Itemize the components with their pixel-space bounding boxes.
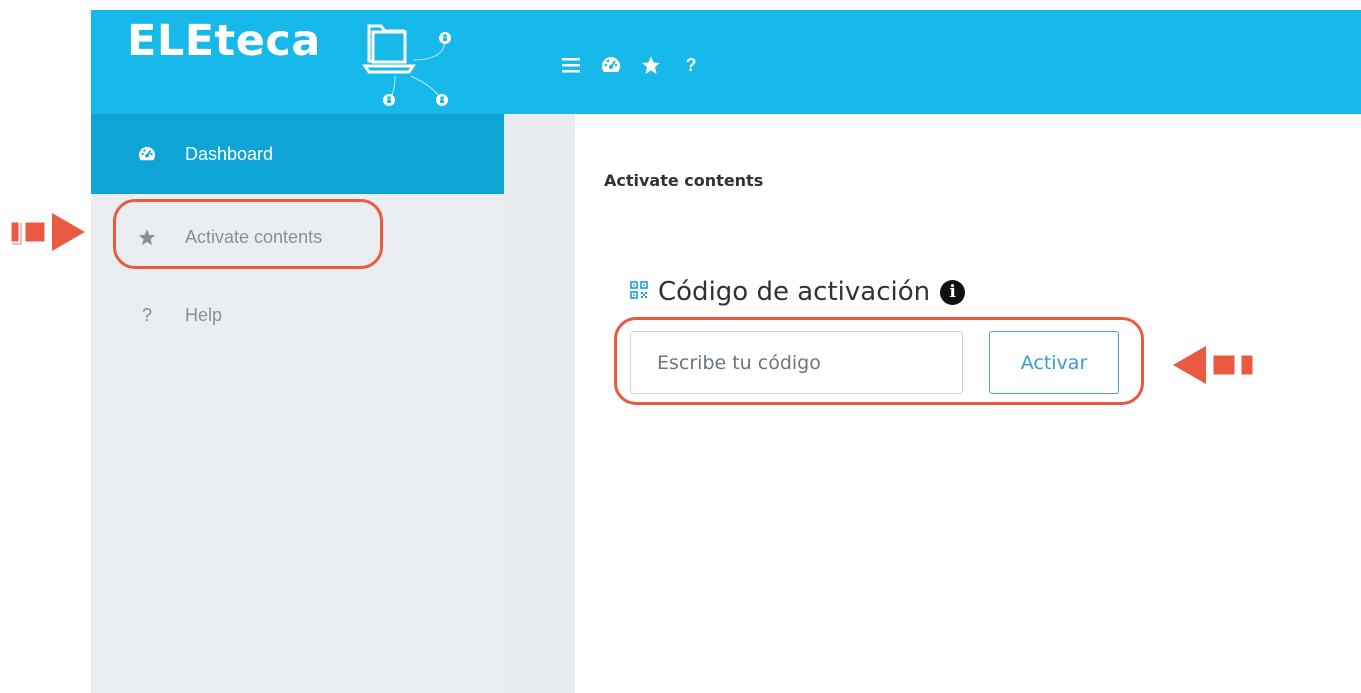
page-title: Activate contents [604, 171, 764, 190]
info-icon[interactable]: i [940, 279, 966, 305]
content-gutter [504, 114, 575, 693]
star-icon[interactable] [633, 50, 669, 80]
app-window: ELEteca ? Dashboard Activate contents ? … [91, 10, 1361, 693]
activate-button[interactable]: Activar [989, 331, 1119, 394]
activation-code-input[interactable] [630, 331, 963, 394]
qr-code-icon [630, 280, 648, 304]
top-nav: ? [553, 50, 713, 80]
logo-text: ELEteca [127, 16, 321, 66]
main-content: Activate contents Código de activación i… [575, 114, 1361, 693]
sidebar-item-label: Dashboard [185, 143, 274, 164]
star-icon [137, 228, 157, 246]
laptop-network-icon [362, 24, 451, 106]
pointer-arrow-right-icon [10, 209, 90, 255]
sidebar-item-activate-contents[interactable]: Activate contents [91, 198, 504, 276]
logo[interactable]: ELEteca [127, 16, 467, 106]
sidebar-item-label: Help [185, 304, 223, 325]
top-bar: ELEteca ? [91, 10, 1361, 114]
sidebar-item-help[interactable]: ? Help [91, 276, 504, 354]
sidebar-item-label: Activate contents [185, 226, 323, 247]
sidebar-item-dashboard[interactable]: Dashboard [91, 114, 504, 194]
sidebar: Dashboard Activate contents ? Help [91, 114, 504, 693]
help-icon: ? [141, 304, 152, 325]
help-icon[interactable]: ? [673, 50, 709, 80]
menu-icon[interactable] [553, 50, 589, 80]
section-header: Código de activación i [630, 277, 966, 307]
dashboard-icon [137, 146, 157, 162]
dashboard-icon[interactable] [593, 50, 629, 80]
section-title: Código de activación [658, 277, 931, 307]
